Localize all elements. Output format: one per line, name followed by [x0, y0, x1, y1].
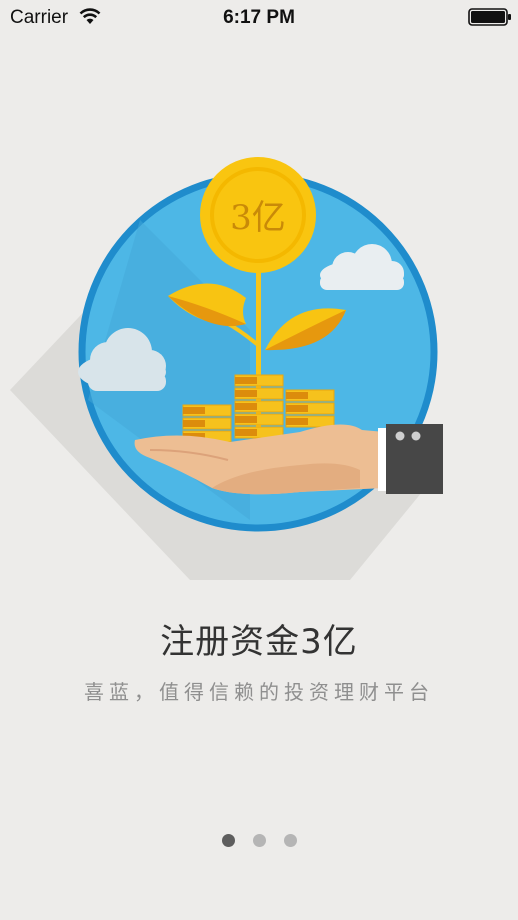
status-time: 6:17 PM: [223, 7, 295, 28]
onboarding-illustration: 3亿: [10, 157, 443, 580]
page-subtitle: 喜蓝，值得信赖的投资理财平台: [84, 680, 434, 704]
status-bar: Carrier 6:17 PM: [0, 0, 518, 34]
coin-label: 3亿: [230, 198, 286, 238]
page-dot[interactable]: [283, 834, 297, 847]
battery-icon: [468, 8, 511, 26]
page-dot[interactable]: [252, 834, 266, 847]
page-title: 注册资金3亿: [160, 622, 358, 662]
page-dot[interactable]: [221, 834, 235, 847]
page-indicator: [0, 834, 518, 847]
